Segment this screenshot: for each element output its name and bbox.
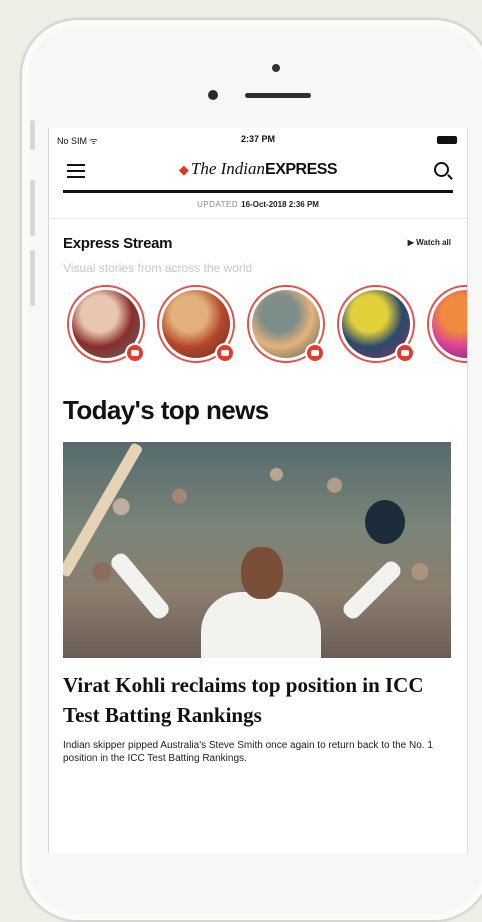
earpiece-speaker: [245, 93, 311, 98]
helmet-shape: [365, 500, 405, 544]
top-bar: ◆ The IndianEXPRESS: [49, 150, 467, 190]
logo-express: EXPRESS: [265, 161, 338, 178]
app-logo[interactable]: ◆ The IndianEXPRESS: [49, 159, 467, 179]
news-hero-image[interactable]: [63, 442, 451, 658]
battery-icon: [437, 136, 457, 144]
status-bar: No SIM ᯤ 2:37 PM: [49, 128, 467, 150]
stream-subtitle: Visual stories from across the world: [63, 261, 253, 275]
express-stream-section: Express Stream ▶ Watch all Visual storie…: [49, 219, 467, 375]
app-screen: No SIM ᯤ 2:37 PM ◆ The IndianEXPRESS UPDA…: [48, 128, 468, 853]
front-camera: [208, 90, 218, 100]
story-circle-3[interactable]: [247, 285, 325, 363]
story-badge-icon: [305, 343, 325, 363]
news-summary: Indian skipper pipped Australia's Steve …: [63, 740, 433, 764]
logo-the-indian: The Indian: [190, 159, 266, 178]
story-badge-icon: [215, 343, 235, 363]
search-icon[interactable]: [434, 162, 449, 177]
player-body: [201, 592, 321, 658]
story-carousel[interactable]: [63, 285, 467, 375]
stream-title: Express Stream: [63, 235, 173, 252]
story-circle-1[interactable]: [67, 285, 145, 363]
proximity-sensor: [272, 64, 280, 72]
story-circle-5[interactable]: [427, 285, 467, 363]
logo-diamond-icon: ◆: [178, 162, 189, 177]
section-title: Today's top news: [63, 395, 269, 425]
updated-value: 16-Oct-2018 2:36 PM: [241, 200, 319, 209]
news-headline[interactable]: Virat Kohli reclaims top position in ICC…: [63, 670, 451, 730]
status-time: 2:37 PM: [240, 134, 275, 144]
story-circle-2[interactable]: [157, 285, 235, 363]
volume-down-button: [30, 250, 35, 306]
story-circle-4[interactable]: [337, 285, 415, 363]
player-head: [241, 547, 283, 599]
updated-label: UPDATED: [197, 200, 239, 209]
story-badge-icon: [395, 343, 415, 363]
volume-up-button: [30, 180, 35, 236]
watch-all-link[interactable]: ▶ Watch all: [408, 238, 451, 247]
updated-timestamp: UPDATED 16-Oct-2018 2:36 PM: [49, 193, 467, 219]
mute-switch: [30, 120, 35, 150]
story-badge-icon: [125, 343, 145, 363]
story-thumbnail: [432, 290, 467, 358]
